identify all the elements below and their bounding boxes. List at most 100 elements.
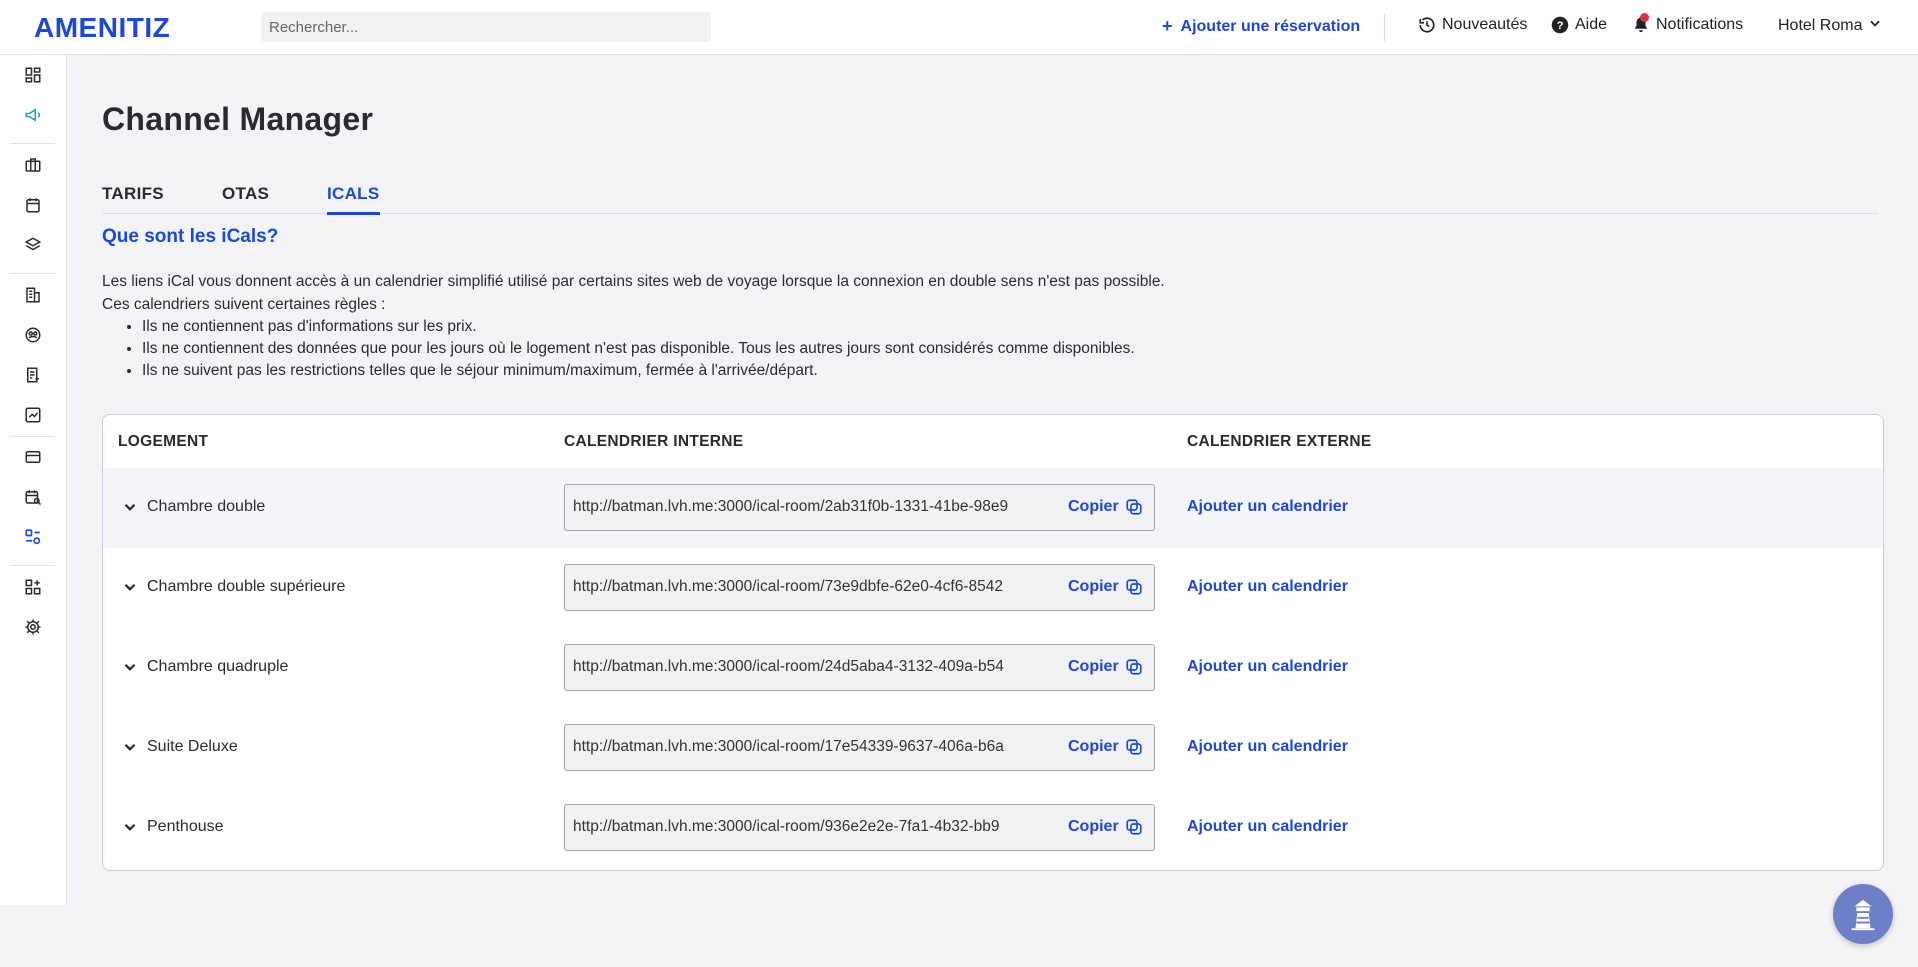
room-name: Chambre quadruple (147, 658, 289, 675)
copy-button[interactable]: Copier (1068, 658, 1143, 676)
whats-new-label: Nouveautés (1442, 16, 1528, 33)
add-calendar-link[interactable]: Ajouter un calendrier (1187, 578, 1348, 596)
add-calendar-link[interactable]: Ajouter un calendrier (1187, 818, 1348, 836)
link-icon (1126, 739, 1142, 755)
add-reservation-button[interactable]: + Ajouter une réservation (1162, 16, 1360, 37)
ical-url-field[interactable]: http://batman.lvh.me:3000/ical-room/936e… (564, 804, 1155, 851)
chevron-down-icon[interactable] (121, 658, 139, 676)
main-content: Channel Manager TARIFS OTAS ICALS Que so… (67, 55, 1918, 967)
lighthouse-icon (1851, 899, 1875, 931)
copy-label: Copier (1068, 818, 1119, 835)
notifications-label: Notifications (1656, 16, 1744, 33)
analytics-icon[interactable] (22, 404, 44, 426)
svg-text:?: ? (1557, 20, 1564, 32)
header-internal-calendar: CALENDRIER INTERNE (564, 433, 744, 450)
calendar-icon[interactable] (22, 194, 44, 216)
add-calendar-link[interactable]: Ajouter un calendrier (1187, 658, 1348, 676)
support-chat-button[interactable] (1833, 884, 1893, 944)
copy-button[interactable]: Copier (1068, 498, 1143, 516)
ical-url: http://batman.lvh.me:3000/ical-room/17e5… (573, 738, 1004, 755)
megaphone-icon[interactable] (22, 104, 44, 126)
tab-otas[interactable]: OTAS (222, 184, 269, 212)
room-name: Chambre double supérieure (147, 578, 346, 595)
link-icon (1126, 819, 1142, 835)
ical-description: Les liens iCal vous donnent accès à un c… (102, 270, 1502, 382)
ical-url-field[interactable]: http://batman.lvh.me:3000/ical-room/2ab3… (564, 484, 1155, 531)
add-reservation-label: Ajouter une réservation (1180, 17, 1361, 35)
layers-icon[interactable] (22, 234, 44, 256)
header-room: LOGEMENT (118, 433, 209, 450)
table-row: Chambre quadruple http://batman.lvh.me:3… (103, 628, 1883, 708)
card-icon[interactable] (22, 446, 44, 468)
history-icon (1418, 16, 1436, 34)
ical-url: http://batman.lvh.me:3000/ical-room/2ab3… (573, 498, 1009, 515)
link-icon (1126, 579, 1142, 595)
help-icon: ? (1551, 16, 1569, 34)
chevron-down-icon[interactable] (121, 498, 139, 516)
divider (10, 565, 55, 566)
copy-label: Copier (1068, 578, 1119, 595)
help-button[interactable]: ? Aide (1551, 16, 1607, 34)
table-row: Chambre double http://batman.lvh.me:3000… (103, 468, 1883, 548)
tab-icals[interactable]: ICALS (327, 184, 380, 215)
hotel-selector[interactable]: Hotel Roma (1778, 16, 1882, 35)
desc-line: Les liens iCal vous donnent accès à un c… (102, 273, 1165, 290)
chevron-down-icon[interactable] (121, 578, 139, 596)
sidebar (0, 55, 67, 905)
chevron-down-icon[interactable] (121, 818, 139, 836)
rules-list: Ils ne contiennent pas d'informations su… (142, 316, 1502, 382)
amenitiz-logo[interactable]: AMENITIZ (34, 12, 170, 44)
search-input[interactable] (261, 12, 711, 42)
invoice-icon[interactable] (22, 364, 44, 386)
ical-url: http://batman.lvh.me:3000/ical-room/24d5… (573, 658, 1004, 675)
desc-line: Ces calendriers suivent certaines règles… (102, 296, 386, 313)
calendar-search-icon[interactable] (22, 486, 44, 508)
divider (10, 436, 55, 437)
ical-url-field[interactable]: http://batman.lvh.me:3000/ical-room/24d5… (564, 644, 1155, 691)
divider (1384, 14, 1385, 41)
divider (10, 143, 55, 144)
header-external-calendar: CALENDRIER EXTERNE (1187, 433, 1372, 450)
building-icon[interactable] (22, 284, 44, 306)
add-calendar-link[interactable]: Ajouter un calendrier (1187, 498, 1348, 516)
copy-label: Copier (1068, 738, 1119, 755)
notifications-button[interactable]: Notifications (1632, 13, 1744, 34)
channel-manager-icon[interactable] (22, 526, 44, 548)
rule-item: Ils ne contiennent des données que pour … (142, 338, 1502, 360)
divider (10, 273, 55, 274)
chevron-down-icon[interactable] (121, 738, 139, 756)
copy-button[interactable]: Copier (1068, 578, 1143, 596)
copy-label: Copier (1068, 658, 1119, 675)
settings-icon[interactable] (22, 616, 44, 638)
copy-button[interactable]: Copier (1068, 818, 1143, 836)
tab-tarifs[interactable]: TARIFS (102, 184, 164, 212)
ical-url-field[interactable]: http://batman.lvh.me:3000/ical-room/73e9… (564, 564, 1155, 611)
whats-new-button[interactable]: Nouveautés (1418, 16, 1527, 34)
bell-icon (1632, 13, 1650, 34)
dashboard-icon[interactable] (22, 64, 44, 86)
ical-url: http://batman.lvh.me:3000/ical-room/73e9… (573, 578, 1003, 595)
copy-button[interactable]: Copier (1068, 738, 1143, 756)
ical-url: http://batman.lvh.me:3000/ical-room/936e… (573, 818, 1000, 835)
plus-icon: + (1162, 16, 1173, 36)
guests-icon[interactable] (22, 324, 44, 346)
help-label: Aide (1575, 16, 1608, 33)
hotel-name: Hotel Roma (1778, 16, 1863, 34)
briefcase-icon[interactable] (22, 154, 44, 176)
room-name: Suite Deluxe (147, 738, 238, 755)
link-icon (1126, 659, 1142, 675)
table-row: Chambre double supérieure http://batman.… (103, 548, 1883, 628)
rule-item: Ils ne suivent pas les restrictions tell… (142, 360, 1502, 382)
top-bar: AMENITIZ + Ajouter une réservation Nouve… (0, 0, 1918, 55)
copy-label: Copier (1068, 498, 1119, 515)
notification-badge (1640, 13, 1649, 22)
page-title: Channel Manager (102, 101, 374, 137)
table-row: Suite Deluxe http://batman.lvh.me:3000/i… (103, 708, 1883, 788)
apps-icon[interactable] (22, 576, 44, 598)
chevron-down-icon (1868, 16, 1882, 35)
tab-bar: TARIFS OTAS ICALS (102, 170, 1878, 215)
add-calendar-link[interactable]: Ajouter un calendrier (1187, 738, 1348, 756)
ical-url-field[interactable]: http://batman.lvh.me:3000/ical-room/17e5… (564, 724, 1155, 771)
link-icon (1126, 499, 1142, 515)
room-name: Chambre double (147, 498, 266, 515)
